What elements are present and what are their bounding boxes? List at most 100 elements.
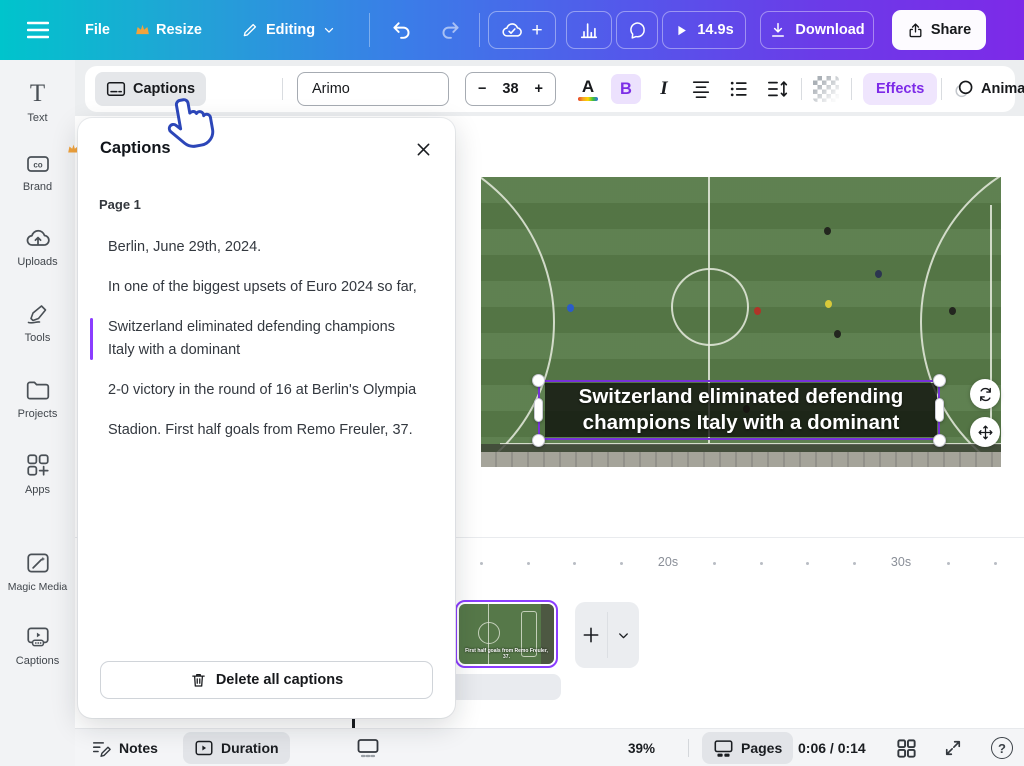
- caption-item-active[interactable]: Switzerland eliminated defending champio…: [78, 316, 420, 362]
- text-toolbar: Captions Arimo − 38 + A B I: [85, 66, 1015, 112]
- text-align-icon[interactable]: [687, 75, 715, 103]
- time-display: 0:06 / 0:14: [798, 729, 866, 766]
- panel-title: Captions: [100, 139, 171, 158]
- transparency-icon[interactable]: [812, 75, 840, 103]
- pages-icon: [713, 739, 734, 758]
- share-icon: [907, 22, 924, 39]
- font-size-stepper[interactable]: − 38 +: [465, 72, 556, 106]
- move-button[interactable]: [970, 417, 1000, 447]
- text-color-button[interactable]: A: [574, 75, 602, 103]
- delete-all-captions-button[interactable]: Delete all captions: [100, 661, 433, 699]
- selection-handle-nw[interactable]: [532, 374, 545, 387]
- sidebar-item-uploads[interactable]: Uploads: [0, 226, 75, 268]
- line-spacing-icon[interactable]: [763, 75, 791, 103]
- caption-track[interactable]: [443, 674, 561, 700]
- chevron-down-icon: [322, 23, 336, 37]
- player-dot: [825, 300, 832, 308]
- bullet-list-icon[interactable]: [725, 75, 753, 103]
- caption-item[interactable]: Berlin, June 29th, 2024.: [78, 236, 420, 259]
- footer-bar: Notes Duration 39% Pages 0:06 / 0:14 ?: [75, 728, 1024, 766]
- divider: [688, 739, 689, 757]
- bold-button[interactable]: B: [611, 74, 641, 104]
- comment-icon[interactable]: [616, 11, 658, 49]
- divider: [369, 13, 370, 47]
- timeline-clip-thumbnail[interactable]: First half goals from Remo Freuler, 37.: [455, 600, 558, 668]
- download-button[interactable]: Download: [760, 11, 874, 49]
- editing-mode-menu[interactable]: Editing: [241, 0, 336, 60]
- selection-handle-se[interactable]: [933, 434, 946, 447]
- font-size-decrease[interactable]: −: [478, 81, 486, 97]
- duration-icon: [194, 739, 214, 757]
- sidebar: T Text co Brand Uploads Tools Projects A…: [0, 60, 75, 766]
- fullscreen-icon[interactable]: [943, 729, 963, 766]
- captions-panel: Captions Page 1 Berlin, June 29th, 2024.…: [78, 118, 455, 718]
- duration-button[interactable]: Duration: [183, 732, 290, 764]
- field-center-circle: [671, 268, 749, 346]
- font-size-value[interactable]: 38: [502, 81, 518, 97]
- caption-item[interactable]: 2-0 victory in the round of 16 at Berlin…: [78, 379, 420, 402]
- animate-icon: [953, 78, 975, 100]
- svg-text:co: co: [33, 161, 42, 170]
- effects-button[interactable]: Effects: [863, 73, 937, 105]
- captions-icon: [106, 80, 126, 98]
- thumbnail-field: First half goals from Remo Freuler, 37.: [459, 604, 554, 664]
- add-page-group: [575, 602, 639, 668]
- add-icon[interactable]: +: [531, 21, 542, 40]
- selection-handle-sw[interactable]: [532, 434, 545, 447]
- text-icon: T: [30, 82, 45, 106]
- projects-icon: [25, 378, 51, 402]
- player-dot: [834, 330, 841, 338]
- italic-button[interactable]: I: [650, 75, 678, 103]
- help-button[interactable]: ?: [991, 737, 1013, 759]
- video-preview[interactable]: Switzerland eliminated defending champio…: [481, 177, 1001, 467]
- sidebar-item-brand[interactable]: co Brand: [0, 151, 75, 193]
- hamburger-menu-icon[interactable]: [27, 21, 49, 39]
- sidebar-item-tools[interactable]: Tools: [0, 302, 75, 344]
- sidebar-item-text[interactable]: T Text: [0, 82, 75, 124]
- selection-handle-ne[interactable]: [933, 374, 946, 387]
- add-page-button[interactable]: [575, 602, 607, 668]
- captions-icon: [25, 625, 51, 649]
- sidebar-item-projects[interactable]: Projects: [0, 378, 75, 420]
- divider: [941, 78, 942, 100]
- divider: [479, 13, 480, 47]
- grid-view-icon[interactable]: [895, 729, 918, 766]
- sidebar-item-apps[interactable]: Apps: [0, 452, 75, 496]
- canva-video-editor: File Resize Editing + 14.9s: [0, 0, 1024, 766]
- uploads-icon: [25, 226, 51, 250]
- file-menu[interactable]: File: [85, 0, 110, 60]
- play-preview-button[interactable]: 14.9s: [662, 11, 746, 49]
- zoom-percent[interactable]: 39%: [628, 729, 655, 766]
- sidebar-item-magic-media[interactable]: Magic Media: [0, 551, 75, 593]
- ruler-label-20s: 20s: [650, 555, 686, 569]
- pencil-icon: [241, 21, 259, 39]
- animate-button[interactable]: Animate: [953, 73, 1024, 105]
- rotate-button[interactable]: [970, 379, 1000, 409]
- ruler-label-30s: 30s: [883, 555, 919, 569]
- undo-icon[interactable]: [391, 19, 414, 42]
- player-dot: [824, 227, 831, 235]
- tools-icon: [25, 302, 51, 326]
- selection-handle-w[interactable]: [534, 398, 543, 422]
- selection-box[interactable]: [538, 380, 940, 440]
- font-family-select[interactable]: Arimo: [297, 72, 449, 106]
- pages-button[interactable]: Pages: [702, 732, 793, 764]
- cloud-check-icon[interactable]: [501, 20, 523, 40]
- rainbow-color-bar: [578, 97, 598, 101]
- notes-icon: [91, 739, 112, 758]
- resize-menu[interactable]: Resize: [135, 0, 202, 60]
- share-button[interactable]: Share: [892, 10, 986, 50]
- selection-handle-e[interactable]: [935, 398, 944, 422]
- divider: [282, 78, 283, 100]
- sidebar-item-captions[interactable]: Captions: [0, 625, 75, 667]
- trash-icon: [190, 671, 207, 689]
- close-icon[interactable]: [411, 137, 435, 161]
- view-mode-icon[interactable]: [356, 729, 380, 766]
- chart-icon[interactable]: [566, 11, 612, 49]
- caption-item[interactable]: In one of the biggest upsets of Euro 202…: [78, 276, 420, 299]
- notes-button[interactable]: Notes: [91, 729, 158, 766]
- page-options-chevron[interactable]: [607, 602, 639, 668]
- caption-item[interactable]: Stadion. First half goals from Remo Freu…: [78, 419, 420, 442]
- redo-icon[interactable]: [438, 19, 461, 42]
- font-size-increase[interactable]: +: [535, 81, 543, 97]
